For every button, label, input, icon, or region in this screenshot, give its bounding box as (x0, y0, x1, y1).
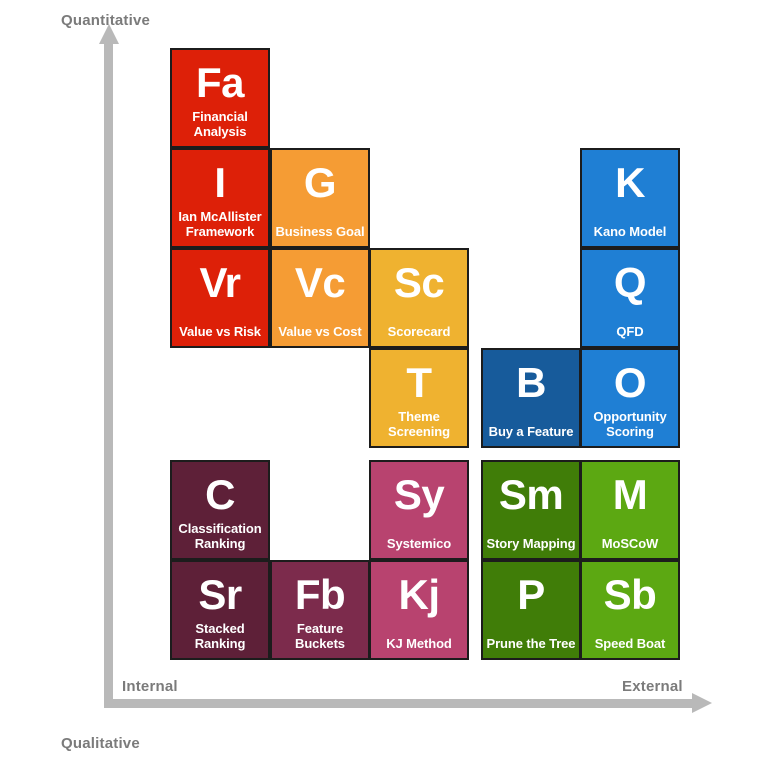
technique-name: Speed Boat (594, 636, 666, 651)
technique-symbol: Kj (398, 571, 441, 618)
technique-symbol: O (613, 359, 647, 406)
technique-tile-kj-method[interactable]: Kj KJ Method (369, 560, 469, 660)
technique-tile-systemico[interactable]: Sy Systemico (369, 460, 469, 560)
technique-symbol: C (205, 471, 235, 518)
technique-tile-stacked-ranking[interactable]: Sr Stacked Ranking (170, 560, 270, 660)
technique-symbol: Fa (195, 59, 245, 106)
technique-tile-theme-screening[interactable]: T Theme Screening (369, 348, 469, 448)
technique-name: MoSCoW (601, 536, 659, 551)
technique-symbol: Sr (198, 571, 242, 618)
technique-tile-scorecard[interactable]: Sc Scorecard (369, 248, 469, 348)
technique-symbol: Vr (199, 259, 241, 306)
technique-name: Scorecard (387, 324, 451, 339)
technique-tile-feature-buckets[interactable]: Fb Feature Buckets (270, 560, 370, 660)
technique-tile-prune-the-tree[interactable]: P Prune the Tree (481, 560, 581, 660)
technique-name: Stacked Ranking (194, 621, 246, 651)
technique-name: Systemico (386, 536, 452, 551)
technique-tile-buy-a-feature[interactable]: B Buy a Feature (481, 348, 581, 448)
technique-tile-opportunity-scoring[interactable]: O Opportunity Scoring (580, 348, 680, 448)
technique-name: Value vs Risk (179, 324, 261, 339)
technique-tile-moscow[interactable]: M MoSCoW (580, 460, 680, 560)
technique-tile-speed-boat[interactable]: Sb Speed Boat (580, 560, 680, 660)
technique-tile-grid: Fa Financial Analysis I Ian McAllister Fram… (0, 0, 768, 768)
technique-name: Value vs Cost (278, 324, 362, 339)
technique-name: KJ Method (386, 636, 452, 651)
technique-symbol: Sb (603, 571, 657, 618)
technique-name: Theme Screening (388, 409, 450, 439)
technique-symbol: G (303, 159, 337, 206)
technique-symbol: Vc (294, 259, 346, 306)
technique-symbol: T (406, 359, 432, 406)
technique-name: Business Goal (275, 224, 365, 239)
technique-name: Opportunity Scoring (593, 409, 667, 439)
technique-symbol: Sc (393, 259, 445, 306)
technique-tile-business-goal[interactable]: G Business Goal (270, 148, 370, 248)
technique-symbol: K (615, 159, 645, 206)
technique-tile-classification-ranking[interactable]: C Classification Ranking (170, 460, 270, 560)
technique-name: Kano Model (593, 224, 667, 239)
technique-name: Feature Buckets (295, 621, 345, 651)
technique-symbol: B (516, 359, 546, 406)
technique-name: Buy a Feature (488, 424, 574, 439)
technique-symbol: Fb (294, 571, 346, 618)
technique-tile-value-vs-cost[interactable]: Vc Value vs Cost (270, 248, 370, 348)
technique-symbol: Sy (393, 471, 445, 518)
technique-name: Classification Ranking (178, 521, 262, 551)
technique-symbol: Q (613, 259, 647, 306)
technique-name: Prune the Tree (486, 636, 576, 651)
technique-name: Financial Analysis (192, 109, 248, 139)
technique-symbol: I (214, 159, 226, 206)
technique-symbol: Sm (498, 471, 564, 518)
technique-name: Story Mapping (486, 536, 576, 551)
technique-tile-qfd[interactable]: Q QFD (580, 248, 680, 348)
technique-name: QFD (616, 324, 644, 339)
technique-tile-story-mapping[interactable]: Sm Story Mapping (481, 460, 581, 560)
technique-tile-kano-model[interactable]: K Kano Model (580, 148, 680, 248)
technique-tile-ian-mcallister-framework[interactable]: I Ian McAllister Framework (170, 148, 270, 248)
technique-tile-value-vs-risk[interactable]: Vr Value vs Risk (170, 248, 270, 348)
prioritization-matrix-diagram: Quantitative Qualitative Internal Extern… (0, 0, 768, 768)
technique-tile-financial-analysis[interactable]: Fa Financial Analysis (170, 48, 270, 148)
technique-symbol: P (517, 571, 545, 618)
technique-symbol: M (612, 471, 648, 518)
technique-name: Ian McAllister Framework (178, 209, 262, 239)
